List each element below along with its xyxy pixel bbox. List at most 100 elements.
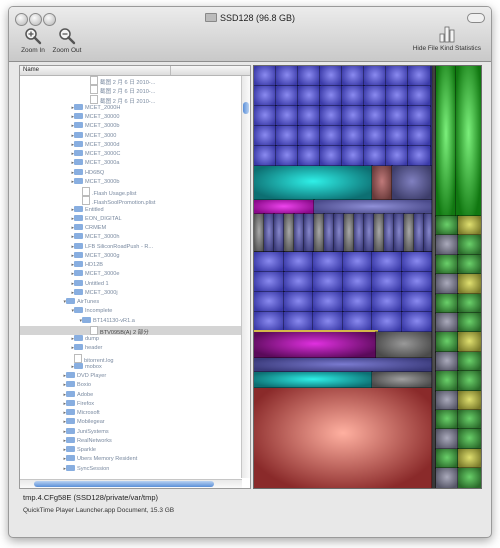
file-list-row[interactable]: ▸ Entitled [20,205,242,215]
file-list-row[interactable]: ▸ Microsoft [20,409,242,418]
file-list-row[interactable]: ▸ Untitled 1 [20,279,242,289]
treemap-cell[interactable] [401,311,433,333]
treemap-cell[interactable] [371,291,403,313]
treemap-cell[interactable] [341,311,374,333]
treemap-cell[interactable] [319,66,343,87]
treemap-cell[interactable] [371,371,433,389]
treemap-cell[interactable] [254,371,373,389]
treemap-cell[interactable] [435,273,459,295]
file-list-row[interactable]: ▸ HD12B [20,261,242,270]
treemap-cell[interactable] [341,145,365,167]
file-list-row[interactable]: ▾ BT141130-vR1.a [20,316,242,326]
treemap-cell[interactable] [435,467,459,488]
file-list-row[interactable]: ▸ MCET_3000h [20,233,242,242]
treemap-cell[interactable] [373,213,385,253]
treemap-cell[interactable] [275,85,299,107]
treemap-cell[interactable] [323,213,335,253]
file-list-row[interactable]: 截图 2 月 6 日 2010-... [20,94,242,105]
treemap-cell[interactable] [371,251,403,273]
treemap-cell[interactable] [457,253,481,276]
treemap-cell[interactable] [341,105,365,127]
treemap-cell[interactable] [455,66,481,217]
file-list-row[interactable]: ▸ JuniSystems [20,427,242,437]
treemap-cell[interactable] [385,145,409,167]
treemap-cell[interactable] [457,428,481,450]
treemap-cell[interactable] [363,85,387,107]
zoom-in-button[interactable]: Zoom In [15,27,51,54]
horizontal-scroll-thumb[interactable] [34,481,214,487]
file-list-row[interactable]: BTV095B(A) 2 部分 [20,325,242,336]
file-list-row[interactable]: .FlashSoolPromotion.plist [20,196,242,206]
treemap-cell[interactable] [312,291,344,313]
file-list-row[interactable]: ▸ Adobe [20,390,242,400]
file-list-row[interactable]: ▸ MCET_3000e [20,270,242,279]
treemap-cell[interactable] [319,105,343,127]
file-list-row[interactable]: ▸ SyncSession [20,464,242,474]
treemap-cell[interactable] [457,331,481,353]
file-list-row[interactable]: ▸ Ubers Memory Resident [20,455,242,464]
treemap-cell[interactable] [457,350,481,373]
treemap-cell[interactable] [401,291,433,313]
treemap-cell[interactable] [435,350,459,373]
treemap-cell[interactable] [435,428,459,450]
file-list-row[interactable]: ▸ dump [20,335,242,344]
treemap-cell[interactable] [435,389,459,412]
file-list-row[interactable]: ▸ MCET_30000 [20,113,242,122]
treemap-cell[interactable] [297,145,321,167]
treemap-cell[interactable] [435,408,459,431]
treemap-cell[interactable] [341,291,374,313]
treemap-cell[interactable] [457,292,481,315]
treemap-cell[interactable] [254,311,285,333]
treemap-cell[interactable] [297,85,321,107]
file-list-row[interactable]: ▸ EON_DIGITAL [20,214,242,224]
treemap-cell[interactable] [282,291,315,313]
treemap-cell[interactable] [407,105,431,127]
treemap-cell[interactable] [457,311,481,334]
file-list-row[interactable]: ▸ MCET_3000j [20,288,242,298]
treemap-view[interactable] [253,65,482,489]
treemap-cell[interactable] [341,251,374,273]
file-list-row[interactable]: ▸ Sparkle [20,446,242,455]
treemap-cell[interactable] [341,125,365,147]
file-list-row[interactable]: 截图 2 月 6 日 2010-... [20,76,242,86]
treemap-cell[interactable] [297,125,321,147]
treemap-cell[interactable] [407,145,431,167]
file-list-row[interactable]: ▾ AirTunes [20,298,242,307]
treemap-cell[interactable] [275,145,299,167]
treemap-cell[interactable] [282,271,315,293]
file-list-row[interactable]: ▸ Boxio [20,381,242,390]
treemap-cell[interactable] [254,66,277,87]
vertical-scrollbar[interactable] [241,76,250,478]
treemap-cell[interactable] [383,213,395,253]
file-list-row[interactable]: ▸ MCET_3000d [20,140,242,150]
treemap-cell[interactable] [407,85,431,107]
vertical-scroll-thumb[interactable] [243,102,249,114]
treemap-cell[interactable] [435,311,459,334]
file-list-row[interactable]: ▸ HD6BQ [20,168,242,178]
file-outline-view[interactable]: Name 截图 2 月 6 日 2010-... 截图 2 月 6 日 2010-… [19,65,251,489]
file-list-row[interactable]: ▸ MCET_3000g [20,251,242,261]
treemap-cell[interactable] [341,66,365,87]
treemap-cell[interactable] [363,145,387,167]
treemap-cell[interactable] [413,213,425,253]
treemap-cell[interactable] [254,105,277,127]
treemap-cell[interactable] [435,66,457,217]
treemap-cell[interactable] [343,213,355,253]
file-list-row[interactable]: ▸ MCET_3000b [20,122,242,131]
file-list-row[interactable]: ▸ DVD Player [20,372,242,381]
treemap-cell[interactable] [385,125,409,147]
treemap-cell[interactable] [282,311,315,333]
treemap-cell[interactable] [254,213,265,253]
treemap-cell[interactable] [254,357,433,373]
treemap-cell[interactable] [341,85,365,107]
treemap-cell[interactable] [275,105,299,127]
treemap-cell[interactable] [319,125,343,147]
treemap-cell[interactable] [297,105,321,127]
file-list-row[interactable]: ▸ LFB SiliconRoadPush - R... [20,242,242,252]
treemap-cell[interactable] [435,214,459,237]
treemap-cell[interactable] [333,213,345,253]
treemap-cell[interactable] [353,213,365,253]
treemap-cell[interactable] [254,271,285,293]
treemap-cell[interactable] [435,292,459,315]
treemap-cell[interactable] [293,213,305,253]
